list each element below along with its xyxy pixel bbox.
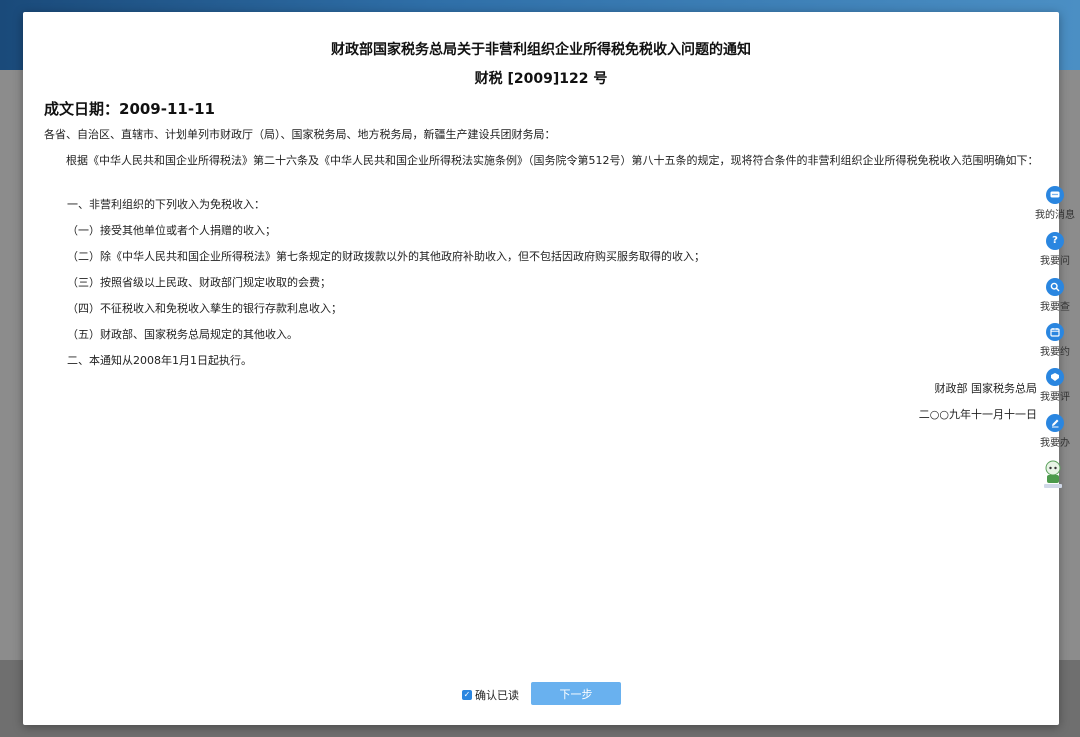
sidebar-item-messages[interactable]: 我的消息	[1030, 186, 1080, 221]
confirm-read-checkbox[interactable]: ✓ 确认已读	[462, 687, 519, 703]
document-addressee: 各省、自治区、直辖市、计划单列市财政厅（局）、国家税务局、地方税务局，新疆生产建…	[44, 128, 556, 141]
document-item: 一、非营利组织的下列收入为免税收入：	[67, 198, 265, 211]
sidebar-item-label: 我的消息	[1035, 210, 1075, 221]
document-item: （三）按照省级以上民政、财政部门规定收取的会费；	[67, 276, 331, 289]
checkbox-checked-icon[interactable]: ✓	[462, 690, 472, 700]
sidebar-item-ask[interactable]: ? 我要问	[1030, 232, 1080, 267]
signature-date: 二○○九年十一月十一日	[918, 408, 1037, 421]
document-item: 二、本通知从2008年1月1日起执行。	[67, 354, 252, 367]
sidebar-item-label: 我要问	[1040, 256, 1070, 267]
sidebar-item-label: 我要办	[1040, 438, 1070, 449]
assistant-robot-icon[interactable]	[1042, 459, 1064, 489]
calendar-icon	[1046, 323, 1064, 341]
document-title: 财政部国家税务总局关于非营利组织企业所得税免税收入问题的通知	[331, 42, 751, 58]
edit-icon	[1046, 414, 1064, 432]
sidebar-item-appointment[interactable]: 我要约	[1030, 323, 1080, 358]
rating-icon	[1046, 368, 1064, 386]
message-icon	[1046, 186, 1064, 204]
document-basis: 根据《中华人民共和国企业所得税法》第二十六条及《中华人民共和国企业所得税法实施条…	[66, 154, 1039, 167]
confirm-read-label: 确认已读	[475, 689, 519, 702]
document-item: （一）接受其他单位或者个人捐赠的收入；	[67, 224, 276, 237]
sidebar-item-label: 我要查	[1040, 302, 1070, 313]
document-date: 成文日期：2009-11-11	[44, 100, 215, 118]
question-icon: ?	[1046, 232, 1064, 250]
document-item: （二）除《中华人民共和国企业所得税法》第七条规定的财政拨款以外的其他政府补助收入…	[67, 250, 705, 263]
notice-modal: 财政部国家税务总局关于非营利组织企业所得税免税收入问题的通知 财税 [2009]…	[23, 12, 1059, 725]
next-step-button[interactable]: 下一步	[531, 682, 621, 705]
document-number: 财税 [2009]122 号	[474, 71, 608, 87]
search-icon	[1046, 278, 1064, 296]
document-item: （五）财政部、国家税务总局规定的其他收入。	[67, 328, 298, 341]
sidebar-item-rate[interactable]: 我要评	[1030, 368, 1080, 403]
sidebar-item-label: 我要约	[1040, 347, 1070, 358]
document-item: （四）不征税收入和免税收入孳生的银行存款利息收入；	[67, 302, 342, 315]
signature-org: 财政部 国家税务总局	[934, 382, 1038, 395]
sidebar-item-handle[interactable]: 我要办	[1030, 414, 1080, 449]
sidebar-item-label: 我要评	[1040, 392, 1070, 403]
sidebar-item-search[interactable]: 我要查	[1030, 278, 1080, 313]
